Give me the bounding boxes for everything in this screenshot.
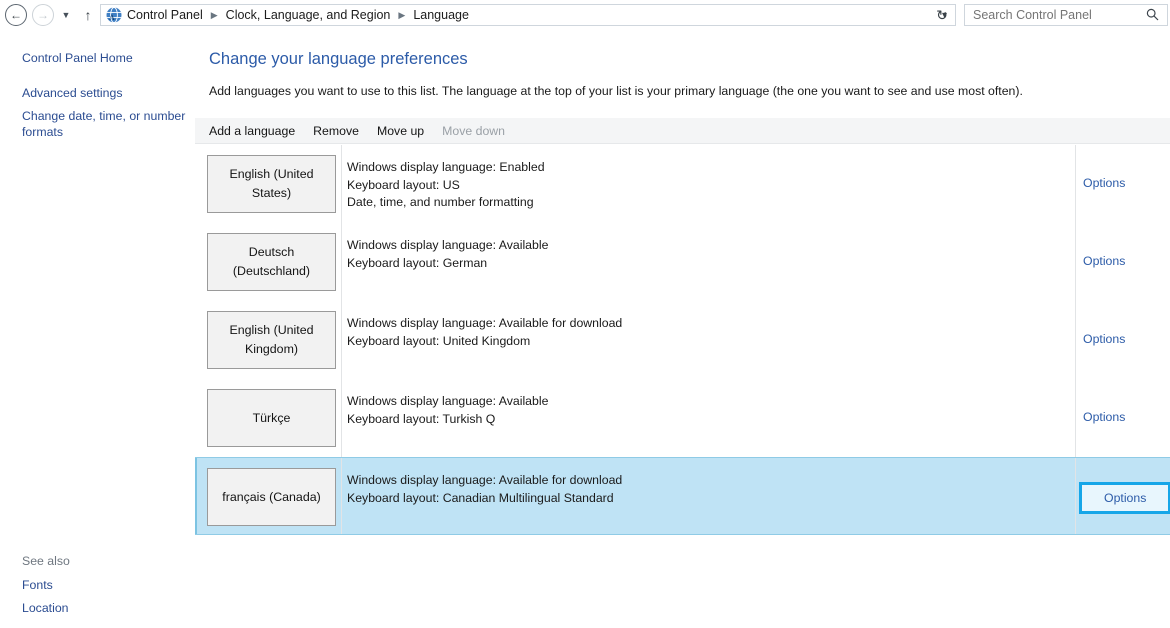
sidebar-item-fonts[interactable]: Fonts: [22, 577, 192, 593]
keyboard-layout-status: Keyboard layout: German: [347, 255, 488, 270]
column-divider: [341, 379, 342, 457]
keyboard-layout-status: Keyboard layout: United Kingdom: [347, 333, 531, 348]
keyboard-layout-status: Keyboard layout: US: [347, 177, 460, 192]
breadcrumb-item-clock-language-region[interactable]: Clock, Language, and Region: [224, 8, 393, 22]
refresh-icon[interactable]: ↻: [930, 4, 954, 26]
toolbar: Add a language Remove Move up Move down: [195, 118, 1170, 144]
remove-button[interactable]: Remove: [304, 124, 368, 138]
language-list: English (United States) Windows display l…: [195, 145, 1170, 535]
move-up-button[interactable]: Move up: [368, 124, 433, 138]
language-name-tile[interactable]: Türkçe: [207, 389, 336, 447]
language-details: Windows display language: Available for …: [347, 472, 622, 507]
language-name-tile[interactable]: English (United Kingdom): [207, 311, 336, 369]
breadcrumb-bar[interactable]: A Control Panel ▶ Clock, Language, and R…: [100, 4, 956, 26]
main-content: Change your language preferences Add lan…: [195, 30, 1170, 628]
breadcrumb-item-control-panel[interactable]: Control Panel: [125, 8, 205, 22]
sidebar-item-location[interactable]: Location: [22, 600, 192, 616]
move-down-button: Move down: [442, 123, 506, 138]
display-language-status: Windows display language: Available: [347, 238, 549, 252]
see-also-label: See also: [22, 554, 70, 568]
back-arrow-icon: ←: [5, 4, 27, 26]
formatting-status: Date, time, and number formatting: [347, 195, 534, 209]
language-details: Windows display language: Enabled Keyboar…: [347, 159, 545, 212]
search-icon[interactable]: [1146, 8, 1159, 24]
history-dropdown-icon[interactable]: ▼: [57, 4, 75, 26]
options-link[interactable]: Options: [1083, 176, 1125, 190]
language-name-tile[interactable]: Deutsch (Deutschland): [207, 233, 336, 291]
language-name-tile[interactable]: English (United States): [207, 155, 336, 213]
sidebar: Control Panel Home Advanced settings Cha…: [0, 30, 195, 628]
control-panel-language-icon: A: [105, 6, 123, 24]
add-a-language-button[interactable]: Add a language: [200, 124, 304, 138]
language-details: Windows display language: Available Keybo…: [347, 237, 548, 272]
up-arrow-icon[interactable]: ↑: [78, 4, 98, 26]
breadcrumb-separator-icon[interactable]: ▶: [392, 10, 411, 21]
language-row[interactable]: français (Canada) Windows display languag…: [195, 457, 1170, 535]
display-language-status: Windows display language: Available for …: [347, 473, 623, 487]
page-title: Change your language preferences: [209, 50, 468, 68]
options-link[interactable]: Options: [1079, 482, 1170, 514]
sidebar-item-advanced-settings[interactable]: Advanced settings: [22, 85, 192, 101]
column-divider: [341, 458, 342, 534]
options-link[interactable]: Options: [1083, 332, 1125, 346]
keyboard-layout-status: Keyboard layout: Canadian Multilingual S…: [347, 490, 614, 505]
language-row[interactable]: English (United Kingdom) Windows display …: [195, 301, 1170, 379]
language-name-tile[interactable]: français (Canada): [207, 468, 336, 526]
forward-button[interactable]: →: [32, 4, 54, 26]
options-link[interactable]: Options: [1083, 254, 1125, 268]
display-language-status: Windows display language: Enabled: [347, 160, 545, 174]
forward-arrow-icon: →: [32, 4, 54, 26]
language-row[interactable]: Deutsch (Deutschland) Windows display lan…: [195, 223, 1170, 301]
address-bar: ← → ▼ ↑ A Control Panel ▶ Clock, Languag…: [0, 0, 1170, 30]
column-divider: [1075, 458, 1076, 534]
language-details: Windows display language: Available Keybo…: [347, 393, 548, 428]
breadcrumb-item-language[interactable]: Language: [411, 8, 471, 22]
column-divider: [1075, 379, 1076, 457]
back-button[interactable]: ←: [5, 4, 27, 26]
breadcrumb-separator-icon[interactable]: ▶: [205, 10, 224, 21]
sidebar-item-change-formats[interactable]: Change date, time, or number formats: [22, 108, 192, 140]
display-language-status: Windows display language: Available for …: [347, 316, 623, 330]
page-description: Add languages you want to use to this li…: [209, 84, 1023, 98]
search-box[interactable]: [964, 4, 1168, 26]
sidebar-item-control-panel-home[interactable]: Control Panel Home: [22, 50, 192, 66]
display-language-status: Windows display language: Available: [347, 394, 549, 408]
language-row[interactable]: Türkçe Windows display language: Availabl…: [195, 379, 1170, 457]
search-input[interactable]: [965, 7, 1145, 23]
column-divider: [1075, 223, 1076, 301]
keyboard-layout-status: Keyboard layout: Turkish Q: [347, 411, 496, 426]
column-divider: [341, 223, 342, 301]
language-row[interactable]: English (United States) Windows display l…: [195, 145, 1170, 223]
options-link[interactable]: Options: [1083, 410, 1125, 424]
language-details: Windows display language: Available for …: [347, 315, 622, 350]
column-divider: [1075, 145, 1076, 223]
svg-text:A: A: [109, 13, 115, 22]
column-divider: [341, 301, 342, 379]
column-divider: [341, 145, 342, 223]
column-divider: [1075, 301, 1076, 379]
